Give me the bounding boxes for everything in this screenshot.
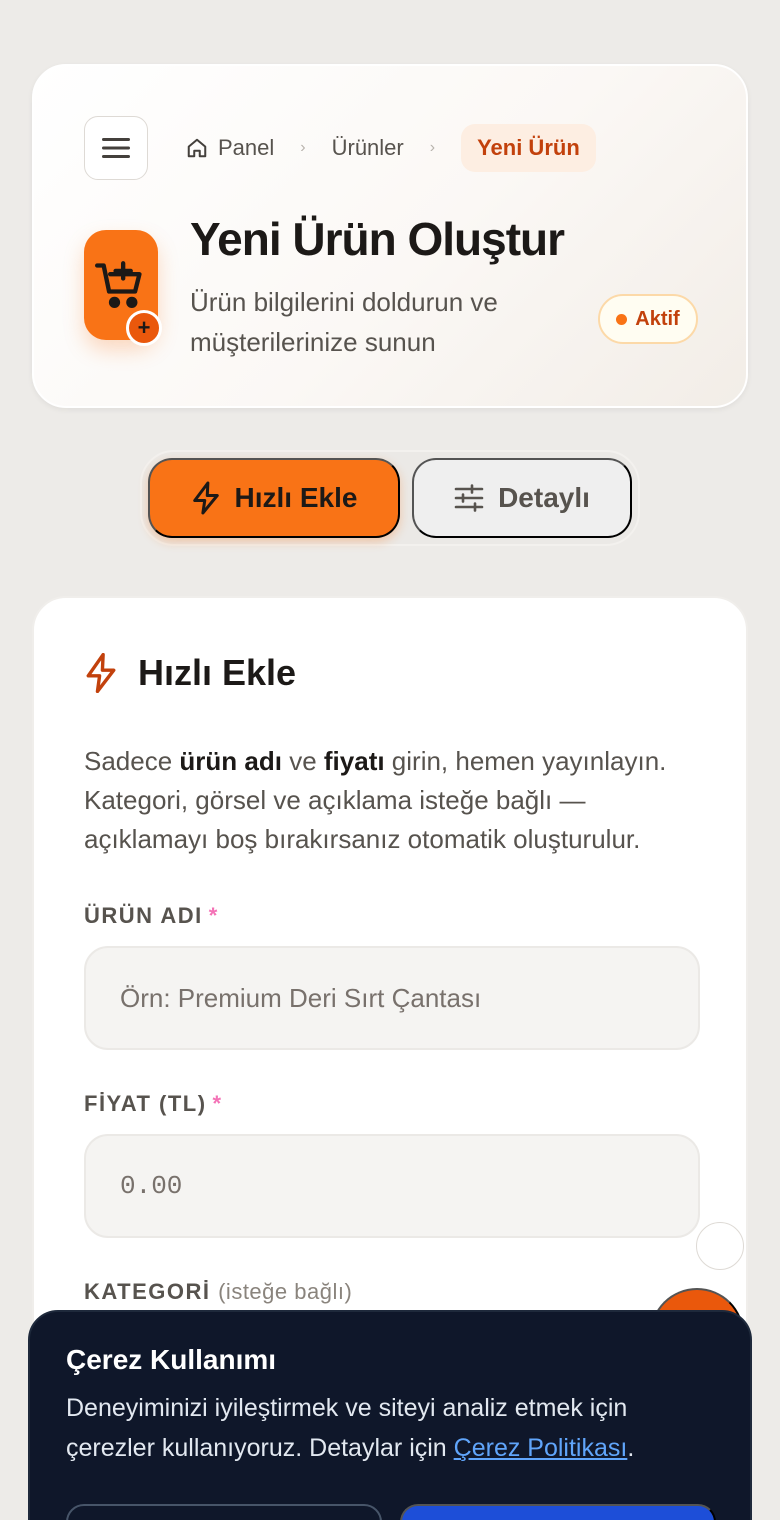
optional-hint: (isteğe bağlı) [218, 1279, 353, 1304]
cookie-policy-link[interactable]: Çerez Politikası [454, 1434, 628, 1462]
tab-quick-add-label: Hızlı Ekle [234, 482, 358, 513]
scroll-top-button[interactable] [696, 1222, 744, 1270]
status-dot-icon [616, 313, 628, 325]
page-header-card: Panel › Ürünler › Yeni Ürün + Yeni Ürün … [32, 64, 748, 408]
home-icon [187, 138, 207, 158]
tab-detailed-label: Detaylı [498, 482, 590, 513]
category-label: KATEGORİ (isteğe bağlı) [84, 1279, 352, 1305]
status-label: Aktif [635, 307, 680, 330]
mode-toggle: Hızlı Ekle Detaylı [140, 450, 640, 546]
cookie-text: Deneyiminizi iyileştirmek ve siteyi anal… [66, 1388, 714, 1468]
sliders-icon [454, 484, 484, 512]
price-label: FİYAT (TL) * [84, 1091, 223, 1117]
cookie-banner: Çerez Kullanımı Deneyiminizi iyileştirme… [28, 1310, 752, 1520]
lightning-icon [86, 653, 116, 693]
section-header: Hızlı Ekle [84, 652, 296, 694]
section-description: Sadece ürün adı ve fiyatı girin, hemen y… [84, 742, 704, 859]
category-label-text: KATEGORİ [84, 1279, 211, 1304]
tab-detailed[interactable]: Detaylı [412, 458, 632, 538]
cookie-title: Çerez Kullanımı [66, 1344, 277, 1375]
product-name-input[interactable] [84, 946, 700, 1050]
breadcrumb-current: Yeni Ürün [461, 124, 596, 172]
section-title: Hızlı Ekle [138, 652, 297, 693]
cart-plus-icon [95, 261, 142, 308]
cookie-text-end: . [627, 1434, 635, 1462]
page-subtitle: Ürün bilgilerini doldurun ve müşterileri… [190, 287, 498, 357]
desc-bold: fiyatı [323, 746, 385, 776]
required-mark: * [212, 1091, 223, 1116]
product-name-label: ÜRÜN ADI * [84, 903, 219, 929]
cookie-secondary-button[interactable] [66, 1504, 382, 1520]
breadcrumb-home-label: Panel [218, 135, 275, 160]
cookie-accept-button[interactable] [400, 1504, 716, 1520]
desc-bold: ürün adı [179, 746, 282, 776]
breadcrumb: Panel › Ürünler › Yeni Ürün [186, 124, 596, 172]
plus-icon: + [126, 310, 162, 346]
price-input[interactable] [84, 1134, 700, 1238]
status-badge: Aktif [598, 294, 698, 344]
desc-part: ve [281, 746, 324, 776]
lightning-icon [192, 481, 219, 515]
hamburger-icon [102, 138, 130, 158]
breadcrumb-separator: › [429, 139, 436, 156]
page-title: Yeni Ürün Oluştur [190, 213, 565, 265]
menu-button[interactable] [84, 116, 148, 180]
desc-part: Sadece [84, 746, 180, 776]
breadcrumb-products[interactable]: Ürünler [332, 135, 404, 161]
breadcrumb-home[interactable]: Panel [186, 135, 274, 161]
product-name-label-text: ÜRÜN ADI [84, 903, 203, 928]
breadcrumb-separator: › [300, 139, 306, 156]
tab-quick-add[interactable]: Hızlı Ekle [148, 458, 400, 538]
price-label-text: FİYAT (TL) [84, 1091, 207, 1116]
required-mark: * [208, 903, 219, 928]
